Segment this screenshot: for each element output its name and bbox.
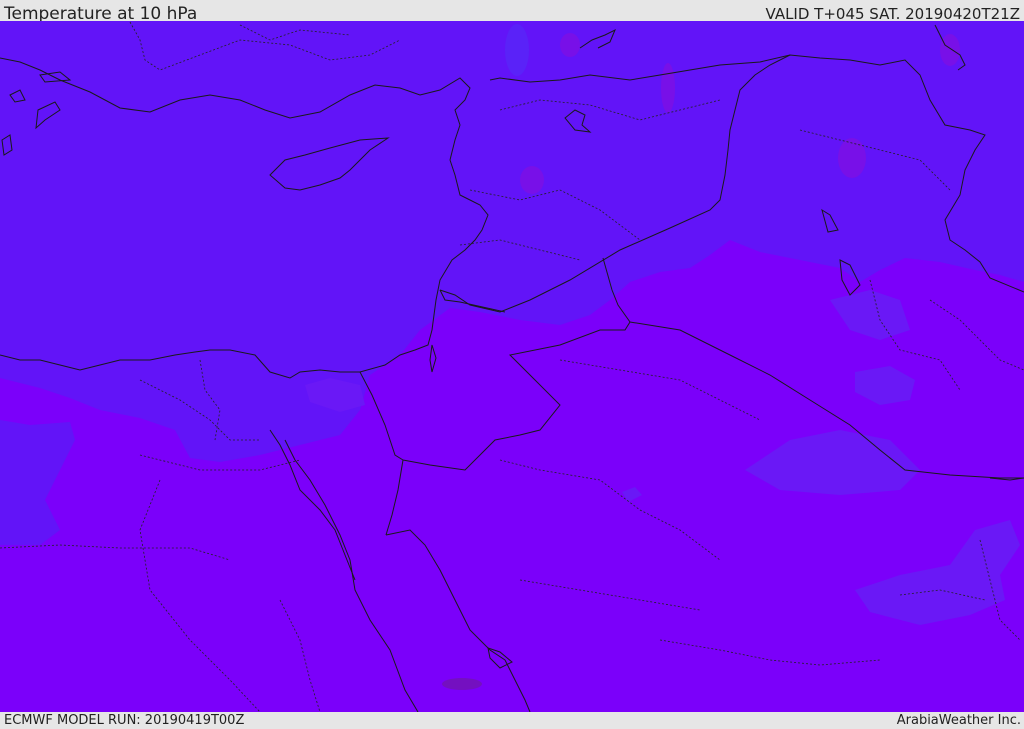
map-canvas[interactable]: [0, 21, 1024, 712]
cold-patch-turkey: [505, 24, 529, 76]
warm-patch-turkey: [661, 63, 675, 113]
weather-map-frame: Temperature at 10 hPa VALID T+045 SAT. 2…: [0, 0, 1024, 729]
warm-patch-syria: [520, 166, 544, 194]
footer-bar: ECMWF MODEL RUN: 20190419T00Z ArabiaWeat…: [0, 712, 1024, 729]
temperature-map: [0, 21, 1024, 712]
warm-patch-ne: [940, 34, 960, 66]
warm-patch-iran: [838, 138, 866, 178]
brand-label: ArabiaWeather Inc.: [896, 713, 1021, 728]
dark-patch-redsea: [442, 678, 482, 690]
model-run-label: ECMWF MODEL RUN: 20190419T00Z: [4, 713, 245, 728]
warm-patch-north: [560, 33, 580, 57]
header-bar: Temperature at 10 hPa VALID T+045 SAT. 2…: [0, 0, 1024, 24]
